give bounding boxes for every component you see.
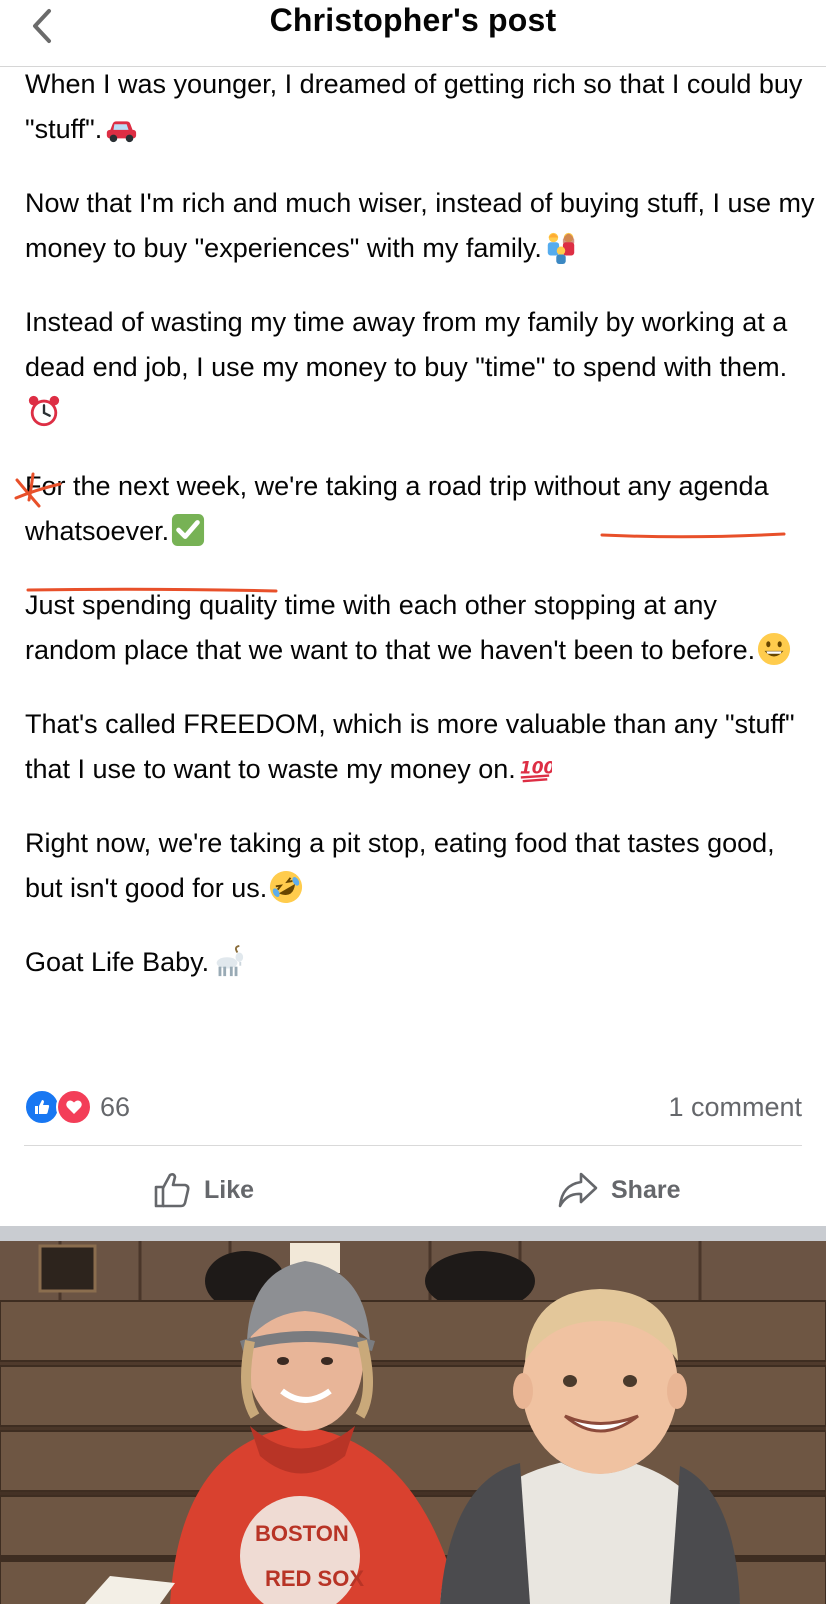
thumbs-up-icon [154, 1173, 190, 1208]
like-label: Like [204, 1175, 255, 1204]
svg-text:BOSTON: BOSTON [255, 1521, 349, 1546]
svg-text:RED SOX: RED SOX [265, 1566, 364, 1591]
post-paragraph: Instead of wasting my time away from my … [25, 300, 815, 435]
check-mark-emoji [172, 513, 205, 547]
grinning-face-emoji [758, 632, 791, 666]
section-separator [0, 1226, 826, 1241]
share-arrow-icon [558, 1172, 598, 1208]
post-paragraph: Just spending quality time with each oth… [25, 583, 815, 673]
alarm-clock-emoji [28, 395, 60, 427]
reaction-icons[interactable] [24, 1089, 92, 1125]
like-icon [24, 1089, 60, 1125]
hand-drawn-underline-1 [600, 532, 786, 539]
goat-emoji [216, 944, 244, 977]
post-paragraph: Goat Life Baby. [25, 940, 815, 985]
post-paragraph: Now that I'm rich and much wiser, instea… [25, 188, 815, 264]
page-title: Christopher's post [269, 2, 557, 38]
car-emoji [107, 121, 137, 143]
post-photo[interactable]: BOSTON RED SOX [0, 1241, 826, 1604]
post-paragraph: Right now, we're taking a pit stop, eati… [25, 821, 815, 911]
top-bar: Christopher's post [0, 0, 826, 67]
love-icon [56, 1089, 92, 1125]
action-bar: Like Share [0, 1160, 826, 1220]
reactions-bar: 66 1 comment [24, 1087, 802, 1127]
rolling-laughing-emoji [270, 870, 303, 904]
reaction-count[interactable]: 66 [100, 1092, 130, 1123]
divider [24, 1145, 802, 1146]
hundred-points-emoji: 100 [520, 759, 552, 783]
share-label: Share [611, 1175, 681, 1204]
hand-drawn-asterisk-icon [14, 472, 62, 508]
like-button[interactable]: Like [152, 1160, 254, 1220]
hand-drawn-underline-2 [26, 587, 278, 593]
photo-mother-and-child: BOSTON RED SOX [0, 1241, 826, 1604]
comment-count-link[interactable]: 1 comment [668, 1092, 802, 1123]
family-emoji [547, 232, 575, 264]
share-button[interactable]: Share [557, 1160, 680, 1220]
post-paragraph: When I was younger, I dreamed of getting… [25, 69, 803, 144]
post-paragraph: That's called FREEDOM, which is more val… [25, 709, 795, 784]
